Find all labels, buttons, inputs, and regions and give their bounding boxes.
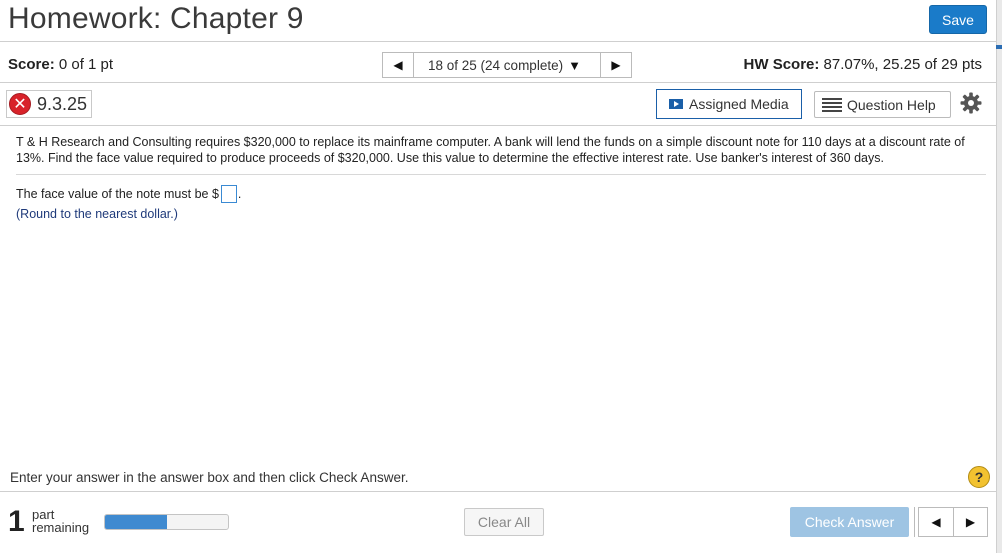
instruction-text: Enter your answer in the answer box and … xyxy=(10,470,409,485)
answer-prefix: The face value of the note must be $ xyxy=(16,187,219,201)
question-bar: ✕ 9.3.25 Assigned Media Question Help xyxy=(0,84,996,126)
face-value-answer-input[interactable] xyxy=(220,185,237,203)
help-question-icon[interactable]: ? xyxy=(968,466,990,488)
parts-label-line-2: remaining xyxy=(32,520,90,535)
footer-previous-button[interactable]: ◀ xyxy=(919,508,953,536)
problem-text: T & H Research and Consulting requires $… xyxy=(16,134,986,175)
score-bar: Score: 0 of 1 pt ◀ 18 of 25 (24 complete… xyxy=(0,43,996,83)
previous-question-button[interactable]: ◀ xyxy=(382,52,414,78)
answer-line: The face value of the note must be $ . xyxy=(16,185,986,203)
arrow-right-icon: ▶ xyxy=(611,58,621,72)
progress-fill xyxy=(105,515,167,529)
arrow-left-icon: ◀ xyxy=(931,515,941,529)
arrow-right-icon: ▶ xyxy=(965,515,976,529)
question-help-button[interactable]: Question Help xyxy=(814,91,951,118)
play-media-icon xyxy=(669,99,683,109)
assigned-media-button[interactable]: Assigned Media xyxy=(656,89,802,119)
question-help-label: Question Help xyxy=(847,96,936,113)
question-content: T & H Research and Consulting requires $… xyxy=(16,134,986,221)
instruction-bar: Enter your answer in the answer box and … xyxy=(0,462,996,492)
footer-question-nav: ◀ ▶ xyxy=(918,507,988,537)
score: Score: 0 of 1 pt xyxy=(8,56,113,73)
hw-score-value: 87.07%, 25.25 of 29 pts xyxy=(823,56,982,73)
parts-remaining-count: 1 xyxy=(8,505,25,538)
clear-all-button[interactable]: Clear All xyxy=(464,508,544,536)
question-select[interactable]: 18 of 25 (24 complete) ▼ xyxy=(414,52,600,78)
footer-next-button[interactable]: ▶ xyxy=(953,508,987,536)
score-value: 0 of 1 pt xyxy=(58,56,114,73)
window-edge xyxy=(996,0,1002,553)
caret-down-icon: ▼ xyxy=(568,57,581,73)
parts-progress-bar xyxy=(104,514,229,530)
hw-score-label: HW Score: xyxy=(743,56,820,73)
question-navigator: ◀ 18 of 25 (24 complete) ▼ ▶ xyxy=(382,52,632,78)
window-edge-accent xyxy=(996,45,1002,49)
arrow-left-icon: ◀ xyxy=(393,58,403,72)
score-label: Score: xyxy=(8,56,55,73)
hw-score: HW Score: 87.07%, 25.25 of 29 pts xyxy=(744,56,982,73)
round-note: (Round to the nearest dollar.) xyxy=(16,207,178,221)
next-question-button[interactable]: ▶ xyxy=(600,52,632,78)
check-answer-button[interactable]: Check Answer xyxy=(790,507,909,537)
assigned-media-label: Assigned Media xyxy=(689,96,789,112)
gear-icon[interactable] xyxy=(959,91,983,115)
question-number: 9.3.25 xyxy=(37,93,88,114)
parts-remaining-label: part remaining xyxy=(32,508,89,534)
answer-suffix: . xyxy=(237,187,242,201)
incorrect-x-icon: ✕ xyxy=(9,93,31,115)
title-bar: Homework: Chapter 9 Save xyxy=(0,0,996,42)
save-button[interactable]: Save xyxy=(929,5,987,34)
question-status: ✕ 9.3.25 xyxy=(6,90,93,118)
list-icon xyxy=(822,97,842,112)
page-title: Homework: Chapter 9 xyxy=(8,2,304,35)
footer: 1 part remaining Clear All Check Answer … xyxy=(0,493,996,553)
footer-divider xyxy=(914,507,915,537)
question-position: 18 of 25 (24 complete) xyxy=(428,57,564,73)
